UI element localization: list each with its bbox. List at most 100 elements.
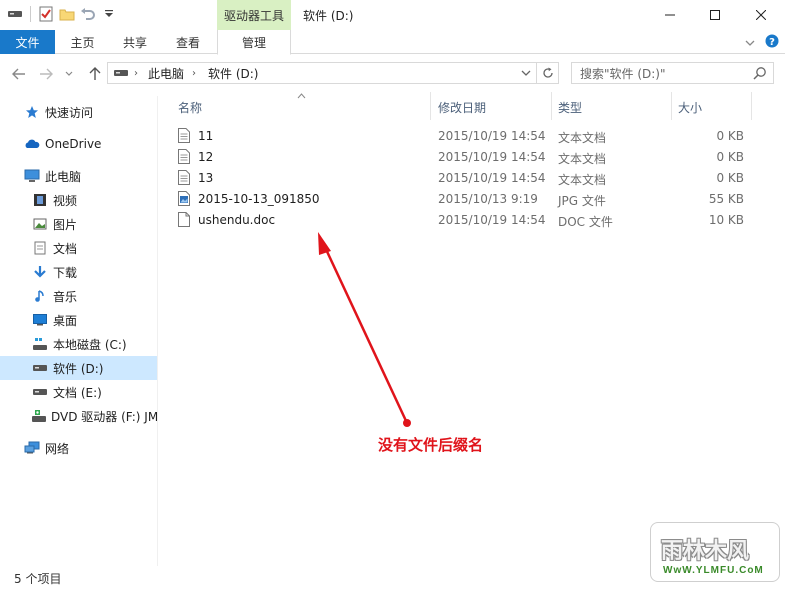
nav-item-desktop[interactable]: 桌面 [0,308,157,332]
file-row[interactable]: 13 2015/10/19 14:54 文本文档 0 KB [158,168,758,189]
drive-tools-context-tab: 驱动器工具 [217,0,291,30]
nav-item-pictures[interactable]: 图片 [0,212,157,236]
nav-item-drive-e[interactable]: 文档 (E:) [0,380,157,404]
text-file-icon [178,170,190,188]
nav-item-onedrive[interactable]: OneDrive [0,132,157,156]
toolbar-divider [30,6,31,22]
svg-text:?: ? [769,37,775,48]
watermark-url: WwW.YLMFU.CoM [663,565,764,576]
text-file-icon [178,128,190,146]
column-date[interactable]: 修改日期 [438,99,486,116]
tab-manage[interactable]: 管理 [217,30,291,55]
back-button[interactable] [10,66,28,82]
file-name: 12 [198,150,214,164]
recent-locations-button[interactable] [63,66,75,82]
search-placeholder: 搜索"软件 (D:)" [580,66,666,81]
file-type: 文本文档 [558,152,607,166]
close-icon [756,10,766,20]
maximize-icon [710,10,720,20]
column-type[interactable]: 类型 [558,99,582,116]
column-name[interactable]: 名称 [178,99,202,116]
close-button[interactable] [738,0,784,30]
nav-item-music[interactable]: 音乐 [0,284,157,308]
file-size: 0 KB [716,129,744,143]
search-icon[interactable] [753,66,767,83]
file-date: 2015/10/19 14:54 [438,171,546,185]
file-name: 11 [198,129,214,143]
refresh-icon [542,67,553,78]
nav-item-documents[interactable]: 文档 [0,236,157,260]
dvd-icon [32,408,46,424]
tab-view[interactable]: 查看 [162,30,214,54]
properties-icon[interactable] [37,5,55,23]
window-title: 软件 (D:) [303,9,354,23]
documents-icon [32,240,48,256]
nav-item-this-pc[interactable]: 此电脑 [0,164,157,188]
file-type: 文本文档 [558,173,607,187]
file-size: 0 KB [716,150,744,164]
watermark-title: 雨林木风 [661,538,750,564]
pictures-icon [32,216,48,232]
tab-file[interactable]: 文件 [0,30,55,54]
computer-icon [24,168,40,184]
file-row[interactable]: 12 2015/10/19 14:54 文本文档 0 KB [158,147,758,168]
annotation-text: 没有文件后缀名 [378,436,484,454]
column-size[interactable]: 大小 [678,99,702,116]
nav-item-quick-access[interactable]: 快速访问 [0,100,157,124]
nav-item-network[interactable]: 网络 [0,436,157,460]
file-row[interactable]: 2015-10-13_091850 2015/10/13 9:19 JPG 文件… [158,189,758,210]
breadcrumb-drive-d[interactable]: 软件 (D:) [208,65,258,82]
undo-icon[interactable] [79,5,97,23]
breadcrumb-this-pc[interactable]: 此电脑 [148,65,184,82]
drive-icon[interactable] [6,5,24,23]
file-date: 2015/10/19 14:54 [438,150,546,164]
nav-item-videos[interactable]: 视频 [0,188,157,212]
file-name: ushendu.doc [198,213,276,227]
up-arrow-icon [89,67,101,80]
column-divider[interactable] [551,92,552,120]
ribbon-controls: ? [745,34,779,51]
file-type: DOC 文件 [558,215,613,229]
search-input[interactable]: 搜索"软件 (D:)" [571,62,774,84]
column-divider[interactable] [430,92,431,120]
nav-item-dvd-drive[interactable]: DVD 驱动器 (F:) JM [0,404,157,428]
customize-toolbar-icon[interactable] [100,5,118,23]
help-icon[interactable]: ? [765,34,779,51]
network-icon [24,440,40,456]
file-size: 55 KB [708,192,744,206]
status-item-count: 5 个项目 [14,572,62,586]
address-bar[interactable]: › 此电脑 › 软件 (D:) [107,62,537,84]
column-divider[interactable] [671,92,672,120]
desktop-icon [32,312,48,328]
file-date: 2015/10/13 9:19 [438,192,538,206]
blank-file-icon [178,212,190,230]
nav-item-drive-d[interactable]: 软件 (D:) [0,356,157,380]
drive-icon [32,360,48,376]
file-date: 2015/10/19 14:54 [438,129,546,143]
file-row[interactable]: 11 2015/10/19 14:54 文本文档 0 KB [158,126,758,147]
chevron-down-icon [65,71,73,76]
tab-share[interactable]: 共享 [110,30,160,54]
expand-ribbon-icon[interactable] [745,36,755,50]
up-button[interactable] [86,66,104,82]
file-row[interactable]: ushendu.doc 2015/10/19 14:54 DOC 文件 10 K… [158,210,758,231]
nav-item-drive-c[interactable]: 本地磁盘 (C:) [0,332,157,356]
file-name: 13 [198,171,214,185]
breadcrumb-separator[interactable]: › [134,68,138,79]
title-bar: 驱动器工具 软件 (D:) [0,0,785,30]
image-file-icon [178,191,190,209]
address-history-icon[interactable] [521,69,531,77]
tab-home[interactable]: 主页 [55,30,110,54]
refresh-button[interactable] [537,62,559,84]
minimize-button[interactable] [647,0,693,30]
breadcrumb-separator[interactable]: › [192,68,196,79]
maximize-button[interactable] [692,0,738,30]
ribbon-tabs: 文件 主页 共享 查看 管理 ? [0,30,785,55]
forward-arrow-icon [40,68,53,80]
windows-drive-icon [32,336,48,352]
column-divider[interactable] [751,92,752,120]
file-size: 0 KB [716,171,744,185]
nav-item-downloads[interactable]: 下载 [0,260,157,284]
new-folder-icon[interactable] [58,5,76,23]
forward-button[interactable] [37,66,55,82]
